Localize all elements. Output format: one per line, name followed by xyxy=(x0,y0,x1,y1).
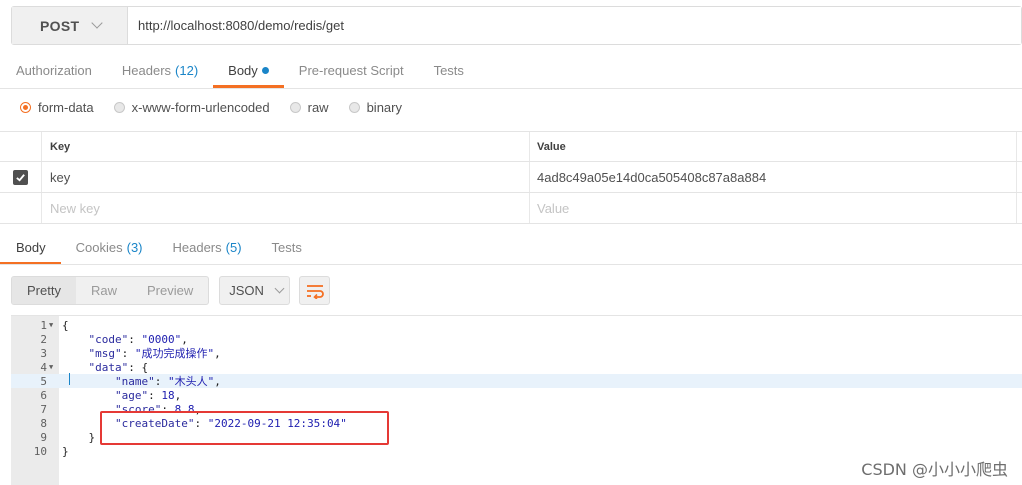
value-column-header: Value xyxy=(530,132,1017,161)
body-type-label: binary xyxy=(366,99,402,115)
radio-button[interactable] xyxy=(289,101,301,113)
view-mode-pretty[interactable]: Pretty xyxy=(12,277,76,304)
tab-label: Body xyxy=(228,62,258,78)
watermark: CSDN @小小小爬虫 xyxy=(861,460,1008,479)
resp-tab-tests[interactable]: Tests xyxy=(257,229,317,265)
view-mode-raw[interactable]: Raw xyxy=(76,277,132,304)
resp-tab-headers[interactable]: Headers (5) xyxy=(158,229,257,265)
req-tab-headers[interactable]: Headers (12) xyxy=(107,52,213,88)
fold-arrow-icon[interactable]: ▼ xyxy=(47,363,59,371)
body-type-raw[interactable]: raw xyxy=(289,99,329,115)
chevron-down-icon xyxy=(274,283,285,294)
code-line: 4 ▼ "data": { xyxy=(11,360,1022,374)
new-key-placeholder: New key xyxy=(50,200,100,216)
line-number: 7 xyxy=(40,402,47,416)
tab-label: Cookies xyxy=(75,239,123,255)
code-text: "age": 18, xyxy=(114,388,182,402)
format-label: JSON xyxy=(229,283,264,298)
code-text: "code": "0000", xyxy=(88,332,188,346)
body-type-label: raw xyxy=(307,99,329,115)
wrap-lines-button[interactable] xyxy=(299,276,331,305)
param-row: key 4ad8c49a05e14d0ca505408c87a8a884 xyxy=(0,162,1022,193)
request-tabs: Authorization Headers (12) Body Pre-request … xyxy=(0,52,479,88)
param-value-field[interactable]: 4ad8c49a05e14d0ca505408c87a8a884 xyxy=(530,162,1017,192)
tab-label: Tests xyxy=(271,239,302,255)
line-number: 4 xyxy=(40,360,47,374)
body-type-form-data[interactable]: form-data xyxy=(20,100,94,115)
req-tab-tests[interactable]: Tests xyxy=(419,52,479,88)
new-param-row: New key Value xyxy=(0,193,1022,224)
radio-button[interactable] xyxy=(113,101,125,113)
url-input[interactable]: http://localhost:8080/demo/redis/get xyxy=(128,7,1021,44)
request-bar: POST http://localhost:8080/demo/redis/ge… xyxy=(11,6,1022,45)
new-key-input[interactable]: New key xyxy=(42,193,530,223)
code-line: 6 "age": 18, xyxy=(11,388,1022,402)
method-label: POST xyxy=(40,17,80,34)
line-number: 3 xyxy=(40,346,47,360)
code-text: { xyxy=(62,318,69,332)
code-line: 2 "code": "0000", xyxy=(11,332,1022,346)
code-text: "data": { xyxy=(88,360,149,374)
body-type-binary[interactable]: binary xyxy=(348,99,402,115)
radio-button[interactable] xyxy=(20,101,31,113)
fold-arrow-icon[interactable]: ▼ xyxy=(47,321,59,329)
tab-label: Body xyxy=(16,239,46,255)
body-type-options: form-data x-www-form-urlencoded raw binary xyxy=(20,96,422,118)
resp-tab-cookies[interactable]: Cookies (3) xyxy=(61,229,158,265)
divider xyxy=(0,264,1022,265)
line-number: 1 xyxy=(40,318,47,332)
code-line: 5 "name": "木头人", xyxy=(11,374,1022,388)
response-tabs: Body Cookies (3) Headers (5) Tests xyxy=(0,229,317,265)
line-number: 6 xyxy=(40,388,47,402)
params-table: Key Value key 4ad8c49a05e14d0ca505408c87… xyxy=(0,131,1022,224)
line-number: 10 xyxy=(33,444,47,458)
code-text: } xyxy=(62,444,69,458)
param-key-text: key xyxy=(50,169,71,185)
new-value-input[interactable]: Value xyxy=(530,193,1017,223)
code-text: } xyxy=(62,430,96,444)
text-cursor xyxy=(69,373,70,385)
code-text: "name": "木头人", xyxy=(114,375,221,388)
format-select[interactable]: JSON xyxy=(219,276,291,305)
code-line: 1 ▼{ xyxy=(11,318,1022,332)
view-mode-preview[interactable]: Preview xyxy=(132,277,208,304)
modified-dot-icon xyxy=(261,67,269,74)
req-tab-authorization[interactable]: Authorization xyxy=(0,52,107,88)
tab-count-badge: (3) xyxy=(126,239,143,255)
resp-tab-body[interactable]: Body xyxy=(0,229,61,265)
tab-label: Tests xyxy=(433,62,464,78)
chevron-down-icon xyxy=(91,17,103,29)
req-tab-body[interactable]: Body xyxy=(213,52,284,88)
body-type-label: x-www-form-urlencoded xyxy=(131,99,270,115)
line-number: 8 xyxy=(40,416,47,430)
param-enabled-checkbox[interactable] xyxy=(13,169,28,185)
params-header-row: Key Value xyxy=(0,131,1022,162)
wrap-lines-icon xyxy=(306,284,324,299)
param-key-field[interactable]: key xyxy=(42,162,530,192)
tab-label: Headers xyxy=(172,239,222,255)
response-toolbar: Pretty Raw Preview JSON xyxy=(11,276,331,305)
key-column-header: Key xyxy=(42,132,530,161)
new-value-placeholder: Value xyxy=(537,200,570,216)
tab-count-badge: (12) xyxy=(175,62,199,78)
code-text: "msg": "成功完成操作", xyxy=(88,347,221,360)
highlight-annotation-box xyxy=(100,411,389,445)
param-value-text: 4ad8c49a05e14d0ca505408c87a8a884 xyxy=(537,169,767,185)
check-icon xyxy=(16,173,25,182)
body-type-x-www-form-urlencoded[interactable]: x-www-form-urlencoded xyxy=(113,99,270,115)
tab-count-badge: (5) xyxy=(225,239,242,255)
line-number: 9 xyxy=(40,430,47,444)
tab-label: Authorization xyxy=(16,62,92,78)
tab-label: Pre-request Script xyxy=(298,62,404,78)
line-number: 2 xyxy=(40,332,47,346)
radio-button[interactable] xyxy=(348,101,360,113)
body-type-label: form-data xyxy=(38,99,94,115)
divider xyxy=(0,88,1022,89)
req-tab-pre-request-script[interactable]: Pre-request Script xyxy=(284,52,419,88)
view-mode-switch: Pretty Raw Preview xyxy=(11,276,210,305)
line-number: 5 xyxy=(40,374,47,388)
method-select[interactable]: POST xyxy=(12,7,128,44)
code-line: 3 "msg": "成功完成操作", xyxy=(11,346,1022,361)
tab-label: Headers xyxy=(121,62,172,78)
